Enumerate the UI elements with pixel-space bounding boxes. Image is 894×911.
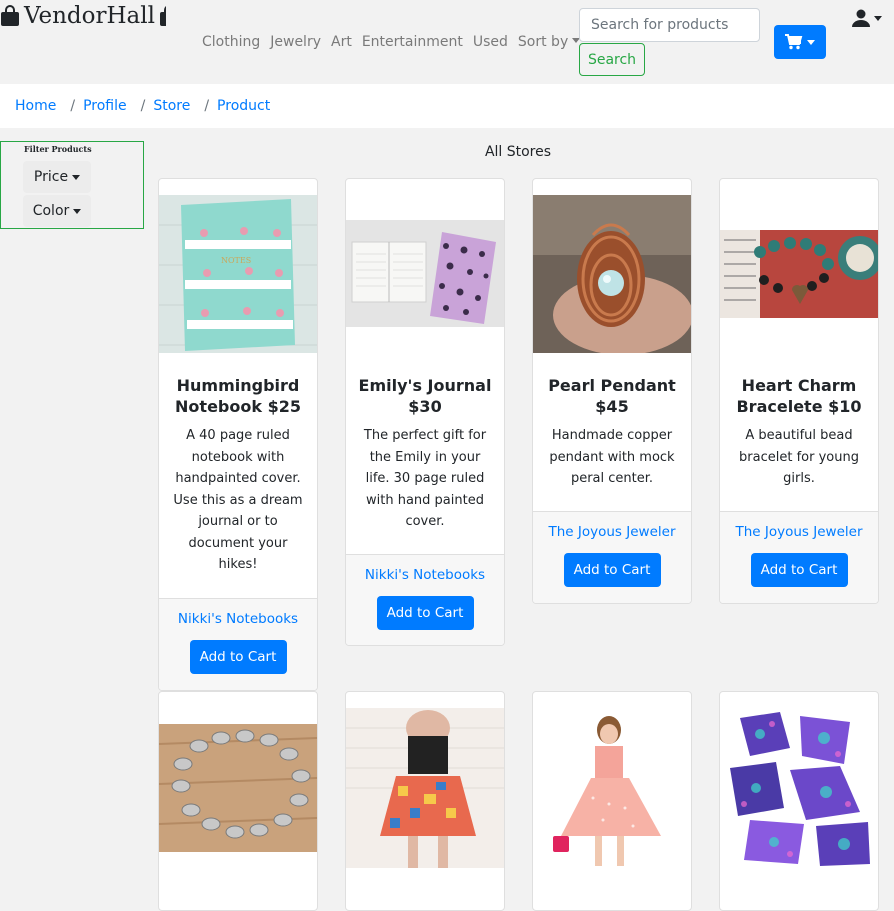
filter-panel: Filter Products Price Color <box>0 141 144 229</box>
nav-link-used[interactable]: Used <box>473 34 508 50</box>
filter-title: Filter Products <box>24 144 92 154</box>
cart-dropdown-button[interactable] <box>774 25 826 59</box>
brand-logo[interactable]: VendorHall <box>0 0 179 32</box>
product-card <box>719 691 879 911</box>
breadcrumb-separator: / <box>204 98 210 114</box>
product-title: Pearl Pendant $45 <box>548 376 676 416</box>
section-heading: All Stores <box>484 144 552 160</box>
sort-label: Sort by <box>517 34 569 50</box>
product-image[interactable] <box>720 230 878 318</box>
store-link[interactable]: The Joyous Jeweler <box>720 524 878 540</box>
add-to-cart-button[interactable]: Add to Cart <box>750 553 848 587</box>
product-image[interactable] <box>159 724 317 852</box>
breadcrumb-profile[interactable]: Profile <box>83 98 127 114</box>
breadcrumb-home[interactable]: Home <box>15 98 56 114</box>
search-input[interactable] <box>579 8 760 42</box>
product-description: A 40 page ruled notebook with handpainte… <box>173 428 303 572</box>
store-link[interactable]: Nikki's Notebooks <box>346 567 504 583</box>
product-card-body: Hummingbird Notebook $25 A 40 page ruled… <box>159 375 317 576</box>
product-title: Hummingbird Notebook $25 <box>175 376 301 416</box>
product-title: Heart Charm Bracelete $10 <box>736 376 862 416</box>
add-to-cart-button[interactable]: Add to Cart <box>563 553 661 587</box>
category-nav: Clothing Jewelry Art Entertainment Used … <box>202 34 590 50</box>
product-card-footer: Nikki's Notebooks Add to Cart <box>159 598 317 690</box>
product-image[interactable] <box>533 708 691 868</box>
search-button[interactable]: Search <box>579 43 645 76</box>
nav-link-art[interactable]: Art <box>331 34 352 50</box>
product-card: Emily's Journal $30 The perfect gift for… <box>345 178 505 646</box>
product-card <box>532 691 692 911</box>
product-description: Handmade copper pendant with mock peral … <box>549 428 675 486</box>
product-image-label: NOTES <box>221 256 251 265</box>
product-card-footer: The Joyous Jeweler Add to Cart <box>720 511 878 603</box>
product-card: Heart Charm Bracelete $10 A beautiful be… <box>719 178 879 604</box>
user-icon <box>852 9 870 27</box>
breadcrumb: Home / Profile / Store / Product <box>0 84 894 128</box>
user-menu-button[interactable] <box>840 0 894 36</box>
nav-link-jewelry[interactable]: Jewelry <box>270 34 321 50</box>
nav-link-clothing[interactable]: Clothing <box>202 34 260 50</box>
breadcrumb-separator: / <box>70 98 76 114</box>
product-image[interactable] <box>346 220 504 327</box>
shopping-bag-icon <box>1 5 19 26</box>
color-filter-label: Color <box>32 203 70 219</box>
product-card-footer: Nikki's Notebooks Add to Cart <box>346 554 504 645</box>
product-title: Emily's Journal $30 <box>358 376 492 416</box>
nav-link-entertainment[interactable]: Entertainment <box>362 34 463 50</box>
add-to-cart-button[interactable]: Add to Cart <box>189 640 287 674</box>
chevron-down-icon <box>72 174 81 180</box>
product-card-body: Pearl Pendant $45 Handmade copper pendan… <box>533 375 691 490</box>
store-link[interactable]: Nikki's Notebooks <box>159 611 317 627</box>
product-card: NOTES Hummingbird Notebook $25 A 40 page… <box>158 178 318 691</box>
chevron-down-icon <box>874 15 882 21</box>
add-to-cart-button[interactable]: Add to Cart <box>376 596 474 630</box>
product-card-body: Heart Charm Bracelete $10 A beautiful be… <box>720 375 878 490</box>
product-card-footer: The Joyous Jeweler Add to Cart <box>533 511 691 603</box>
breadcrumb-store[interactable]: Store <box>153 98 190 114</box>
breadcrumb-product[interactable]: Product <box>217 98 270 114</box>
product-description: The perfect gift for the Emily in your l… <box>363 428 487 529</box>
product-image[interactable] <box>346 708 504 868</box>
breadcrumb-separator: / <box>140 98 146 114</box>
product-description: A beautiful bead bracelet for young girl… <box>739 428 859 486</box>
product-card-body: Emily's Journal $30 The perfect gift for… <box>346 375 504 533</box>
store-link[interactable]: The Joyous Jeweler <box>533 524 691 540</box>
sort-dropdown[interactable]: Sort by <box>517 34 581 50</box>
product-card: Pearl Pendant $45 Handmade copper pendan… <box>532 178 692 604</box>
price-filter-dropdown[interactable]: Price <box>23 161 91 193</box>
product-card <box>158 691 318 911</box>
product-card <box>345 691 505 911</box>
chevron-down-icon <box>73 208 82 214</box>
brand-name: VendorHall <box>24 3 155 29</box>
chevron-down-icon <box>807 39 815 45</box>
product-image[interactable] <box>720 708 878 868</box>
product-image[interactable] <box>533 195 691 353</box>
shopping-cart-icon <box>785 34 803 50</box>
product-image[interactable]: NOTES <box>159 195 317 353</box>
price-filter-label: Price <box>33 169 69 185</box>
color-filter-dropdown[interactable]: Color <box>23 195 91 227</box>
